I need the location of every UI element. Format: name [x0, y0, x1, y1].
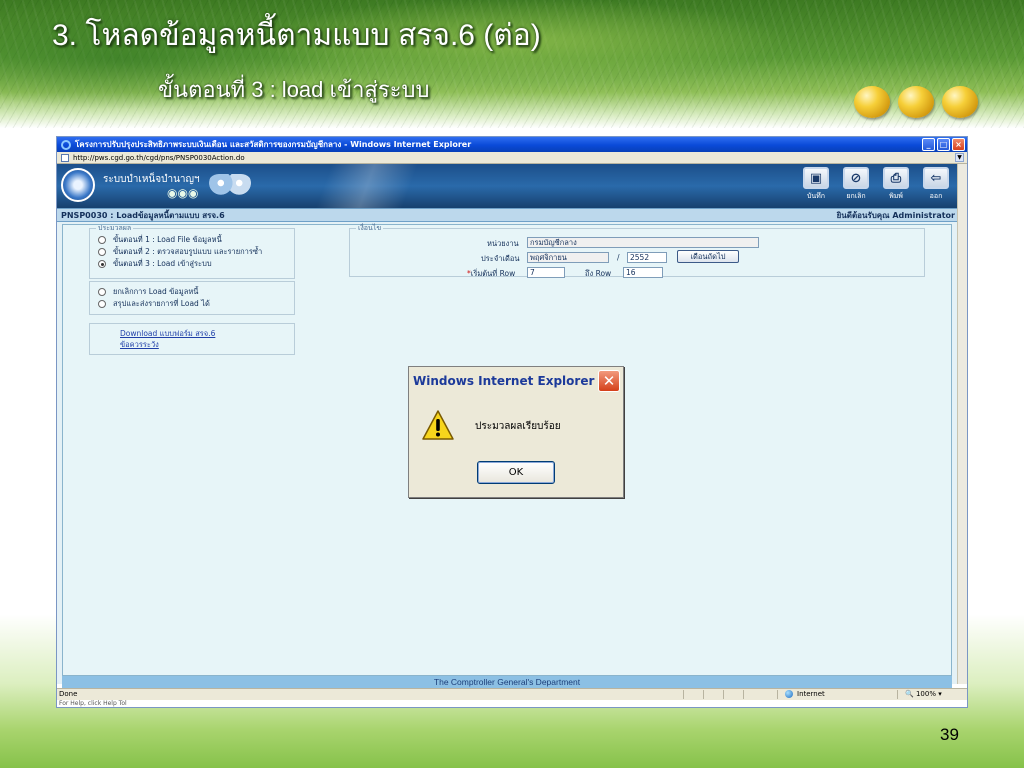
start-row-text: เริ่มต้นที่ Row [470, 269, 516, 278]
exit-icon: ⇦ [923, 167, 949, 189]
end-row-label: ถึง Row [585, 269, 612, 278]
status-text: Done [59, 690, 78, 698]
cancel-icon: ⊘ [843, 167, 869, 189]
radio-icon[interactable] [98, 288, 106, 296]
radio-icon[interactable] [98, 248, 106, 256]
close-button[interactable]: × [952, 138, 965, 151]
warning-icon [422, 410, 454, 440]
zone-text: Internet [797, 690, 825, 698]
slide-header: 3. โหลดข้อมูลหนี้ตามแบบ สรจ.6 (ต่อ) ขั้น… [0, 0, 1024, 128]
step-1-radio[interactable]: ขั้นตอนที่ 1 : Load File ข้อมูลหนี้ [98, 234, 294, 246]
summary-radio[interactable]: สรุปและส่งรายการที่ Load ได้ [98, 298, 294, 310]
gold-bullet-icon [898, 86, 934, 118]
toolbar-print-button[interactable]: ⎙ พิมพ์ [879, 167, 913, 202]
coins-icon: ◉◉◉ [167, 186, 199, 200]
toolbar-exit-button[interactable]: ⇦ ออก [919, 167, 953, 202]
save-icon: ▣ [803, 167, 829, 189]
toolbar-label: พิมพ์ [889, 192, 903, 200]
security-zone[interactable]: Internet [785, 690, 825, 698]
dialog-message: ประมวลผลเรียบร้อย [475, 421, 561, 432]
ie-logo-icon [61, 139, 71, 150]
step-2-radio[interactable]: ขั้นตอนที่ 2 : ตรวจสอบรูปแบบ และรายการซ้… [98, 246, 294, 258]
agency-field[interactable]: กรมบัญชีกลาง [527, 237, 759, 248]
next-month-button[interactable]: เดือนถัดไป [677, 250, 739, 263]
options-box: ยกเลิกการ Load ข้อมูลหนี้ สรุปและส่งรายก… [89, 281, 295, 315]
radio-selected-icon[interactable] [98, 260, 106, 268]
year-field[interactable]: 2552 [627, 252, 667, 263]
caution-link[interactable]: ข้อควรระวัง [120, 339, 294, 350]
status-divider [723, 690, 724, 699]
minimize-button[interactable]: _ [922, 138, 935, 151]
gold-bullet-icon [942, 86, 978, 118]
radio-icon[interactable] [98, 300, 106, 308]
help-hint: For Help, click Help Tol [57, 700, 967, 707]
end-row-field[interactable]: 16 [623, 267, 663, 278]
step-label: ขั้นตอนที่ 3 : Load เข้าสู่ระบบ [113, 259, 212, 268]
print-icon: ⎙ [883, 167, 909, 189]
alert-dialog: Windows Internet Explorer ✕ ประมวลผลเรีย… [408, 366, 624, 498]
status-bar: Done Internet 🔍 100% ▾ [57, 688, 967, 700]
ie-title-bar[interactable]: โครงการปรับปรุงประสิทธิภาพระบบเงินเดือน … [57, 137, 967, 152]
toolbar-label: บันทึก [806, 192, 826, 200]
gold-bullet-icon [854, 86, 890, 118]
process-fieldset: ประมวลผล ขั้นตอนที่ 1 : Load File ข้อมูล… [89, 223, 295, 279]
department-seal-icon [61, 168, 95, 202]
page-title: PNSP0030 : Loadข้อมูลหนี้ตามแบบ สรจ.6 [61, 210, 225, 220]
dialog-title: Windows Internet Explorer [413, 374, 595, 388]
step-3-radio[interactable]: ขั้นตอนที่ 3 : Load เข้าสู่ระบบ [98, 258, 294, 270]
option-label: ยกเลิกการ Load ข้อมูลหนี้ [113, 287, 199, 296]
window-title: โครงการปรับปรุงประสิทธิภาพระบบเงินเดือน … [75, 140, 472, 149]
start-row-field[interactable]: 7 [527, 267, 565, 278]
department-footer: The Comptroller General's Department [62, 676, 952, 688]
month-label: ประจำเดือน [481, 254, 520, 263]
slide-number: 39 [940, 725, 959, 744]
system-name: ระบบบำเหน็จบำนาญฯ [103, 174, 200, 185]
slash-separator: / [617, 253, 620, 262]
start-row-label: *เริ่มต้นที่ Row [467, 268, 515, 280]
dialog-title-bar[interactable]: Windows Internet Explorer ✕ [409, 367, 623, 395]
ok-button[interactable]: OK [477, 461, 555, 484]
toolbar-label: ออก [929, 192, 943, 200]
window-controls: _ □ × [922, 138, 965, 151]
dialog-close-button[interactable]: ✕ [598, 370, 620, 392]
welcome-text: ยินดีต้อนรับคุณ Administrator [836, 210, 955, 220]
status-divider [897, 690, 898, 699]
toolbar-cancel-button[interactable]: ⊘ ยกเลิก [839, 167, 873, 202]
maximize-button[interactable]: □ [937, 138, 950, 151]
slide-subtitle: ขั้นตอนที่ 3 : load เข้าสู่ระบบ [158, 77, 430, 102]
radio-icon[interactable] [98, 236, 106, 244]
page-header: PNSP0030 : Loadข้อมูลหนี้ตามแบบ สรจ.6 ยิ… [57, 208, 959, 222]
slide-title: 3. โหลดข้อมูลหนี้ตามแบบ สรจ.6 (ต่อ) [52, 19, 541, 52]
status-divider [683, 690, 684, 699]
links-box: Download แบบฟอร์ม สรจ.6 ข้อควรระวัง [89, 323, 295, 355]
status-divider [777, 690, 778, 699]
zoom-text: 100% [915, 690, 936, 698]
condition-legend: เงื่อนไข [358, 224, 382, 232]
globe-icon [785, 690, 793, 698]
page-icon [61, 153, 69, 162]
agency-label: หน่วยงาน [487, 239, 519, 248]
process-legend: ประมวลผล [98, 224, 132, 232]
zoom-control[interactable]: 🔍 100% ▾ [905, 690, 942, 698]
cancel-load-radio[interactable]: ยกเลิกการ Load ข้อมูลหนี้ [98, 286, 294, 298]
step-label: ขั้นตอนที่ 2 : ตรวจสอบรูปแบบ และรายการซ้… [113, 247, 263, 256]
address-dropdown-icon[interactable]: ▼ [955, 153, 964, 162]
app-toolbar: ▣ บันทึก ⊘ ยกเลิก ⎙ พิมพ์ ⇦ ออก [799, 167, 953, 202]
address-bar[interactable]: http://pws.cgd.go.th/cgd/pns/PNSP0030Act… [57, 152, 967, 164]
app-banner: ระบบบำเหน็จบำนาญฯ ◉◉◉ ▣ บันทึก ⊘ ยกเลิก … [57, 164, 959, 208]
status-divider [743, 690, 744, 699]
status-divider [703, 690, 704, 699]
people-icon [207, 174, 253, 204]
toolbar-label: ยกเลิก [846, 192, 866, 200]
month-field[interactable]: พฤศจิกายน [527, 252, 609, 263]
decorative-bullets [854, 86, 978, 118]
vertical-scrollbar[interactable] [957, 164, 967, 684]
toolbar-save-button[interactable]: ▣ บันทึก [799, 167, 833, 202]
option-label: สรุปและส่งรายการที่ Load ได้ [113, 299, 210, 308]
download-form-link[interactable]: Download แบบฟอร์ม สรจ.6 [120, 328, 294, 339]
address-url[interactable]: http://pws.cgd.go.th/cgd/pns/PNSP0030Act… [73, 154, 245, 162]
step-label: ขั้นตอนที่ 1 : Load File ข้อมูลหนี้ [113, 235, 222, 244]
